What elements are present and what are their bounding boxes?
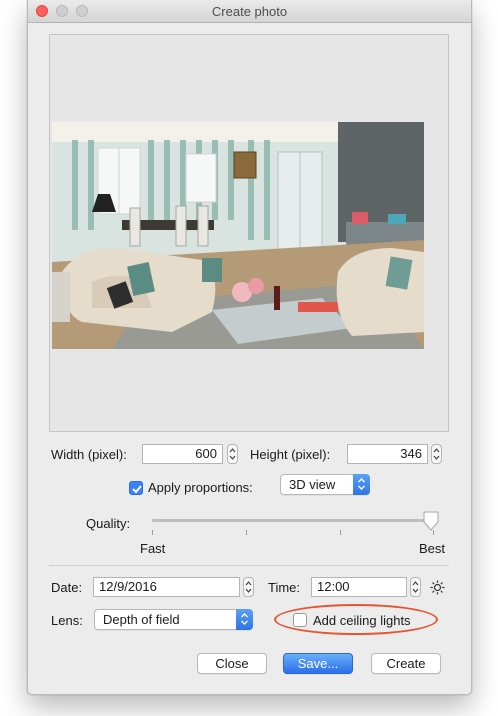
width-field[interactable]: 600 (142, 444, 223, 464)
add-ceiling-lights-checkbox[interactable] (293, 613, 307, 627)
date-label: Date: (51, 580, 83, 595)
quality-fast-label: Fast (140, 541, 166, 556)
lens-select-arrows-icon (236, 609, 253, 630)
close-button[interactable]: Close (197, 653, 267, 674)
apply-proportions-label: Apply proportions: (148, 480, 253, 495)
date-stepper[interactable] (243, 577, 254, 597)
width-stepper[interactable] (227, 444, 238, 464)
height-stepper[interactable] (431, 444, 442, 464)
quality-tick (246, 530, 247, 535)
lens-label: Lens: (51, 613, 83, 628)
date-field[interactable]: 12/9/2016 (93, 577, 240, 597)
view-select[interactable]: 3D view (280, 474, 370, 495)
quality-tick (152, 530, 153, 535)
quality-tick (340, 530, 341, 535)
save-button[interactable]: Save... (283, 653, 353, 674)
lens-select[interactable]: Depth of field (94, 609, 253, 630)
photo-preview-area (49, 34, 449, 432)
divider (49, 565, 449, 566)
quality-label: Quality: (86, 516, 131, 531)
create-button[interactable]: Create (371, 653, 441, 674)
height-label: Height (pixel): (250, 447, 331, 462)
add-ceiling-lights-label: Add ceiling lights (313, 613, 411, 628)
rendered-room-image (52, 122, 424, 349)
apply-proportions-checkbox[interactable] (129, 481, 143, 495)
checkmark-icon (132, 485, 142, 494)
window-title: Create photo (211, 4, 288, 19)
quality-slider-track[interactable] (152, 519, 438, 522)
height-field[interactable]: 346 (347, 444, 428, 464)
quality-slider-thumb[interactable] (422, 510, 440, 532)
lens-select-value: Depth of field (103, 612, 180, 627)
view-select-arrows-icon (353, 474, 370, 495)
title-bar: Create photo (28, 0, 471, 23)
create-photo-window: Create photo Width (pixel): 600 Height (… (27, 0, 472, 695)
width-label: Width (pixel): (51, 447, 127, 462)
sun-icon[interactable] (430, 580, 445, 595)
quality-best-label: Best (419, 541, 446, 556)
time-field[interactable]: 12:00 (311, 577, 407, 597)
view-select-value: 3D view (289, 477, 336, 492)
time-label: Time: (268, 580, 301, 595)
time-stepper[interactable] (410, 577, 421, 597)
